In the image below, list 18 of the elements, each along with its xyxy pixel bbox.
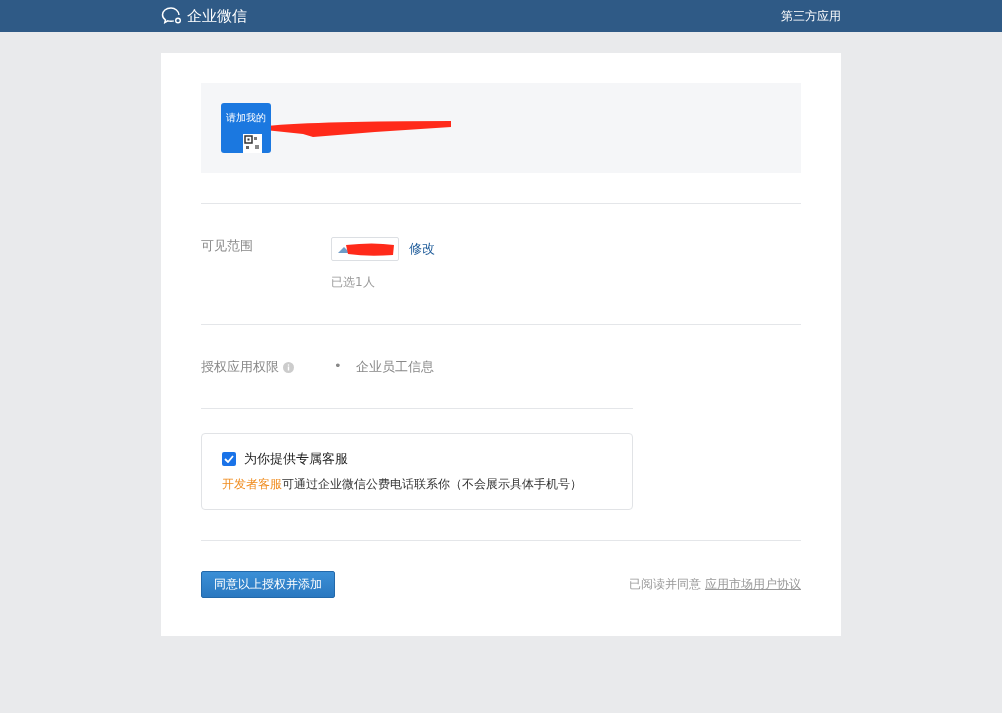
icon-caption: 请加我的 (226, 111, 266, 125)
service-description: 开发者客服可通过企业微信公费电话联系你（不会展示具体手机号） (222, 476, 583, 493)
bullet-marker: • (334, 358, 342, 375)
info-icon (283, 362, 294, 373)
edit-link[interactable]: 修改 (409, 237, 435, 261)
qr-code-icon (243, 134, 262, 153)
agreement-text: 已阅读并同意 应用市场用户协议 (629, 576, 801, 593)
member-chip (331, 237, 399, 261)
permission-item: 企业员工信息 (355, 358, 434, 376)
service-title: 为你提供专属客服 (244, 450, 348, 468)
selected-count: 已选1人 (331, 274, 376, 291)
agree-add-button[interactable]: 同意以上授权并添加 (201, 571, 335, 598)
service-checkbox[interactable] (222, 452, 236, 466)
brand-name: 企业微信 (187, 6, 247, 26)
third-party-apps-link[interactable]: 第三方应用 (781, 7, 841, 25)
permissions-label: 授权应用权限 (201, 358, 279, 376)
visibility-label: 可见范围 (201, 237, 254, 255)
chat-bubble-icon (161, 6, 183, 26)
